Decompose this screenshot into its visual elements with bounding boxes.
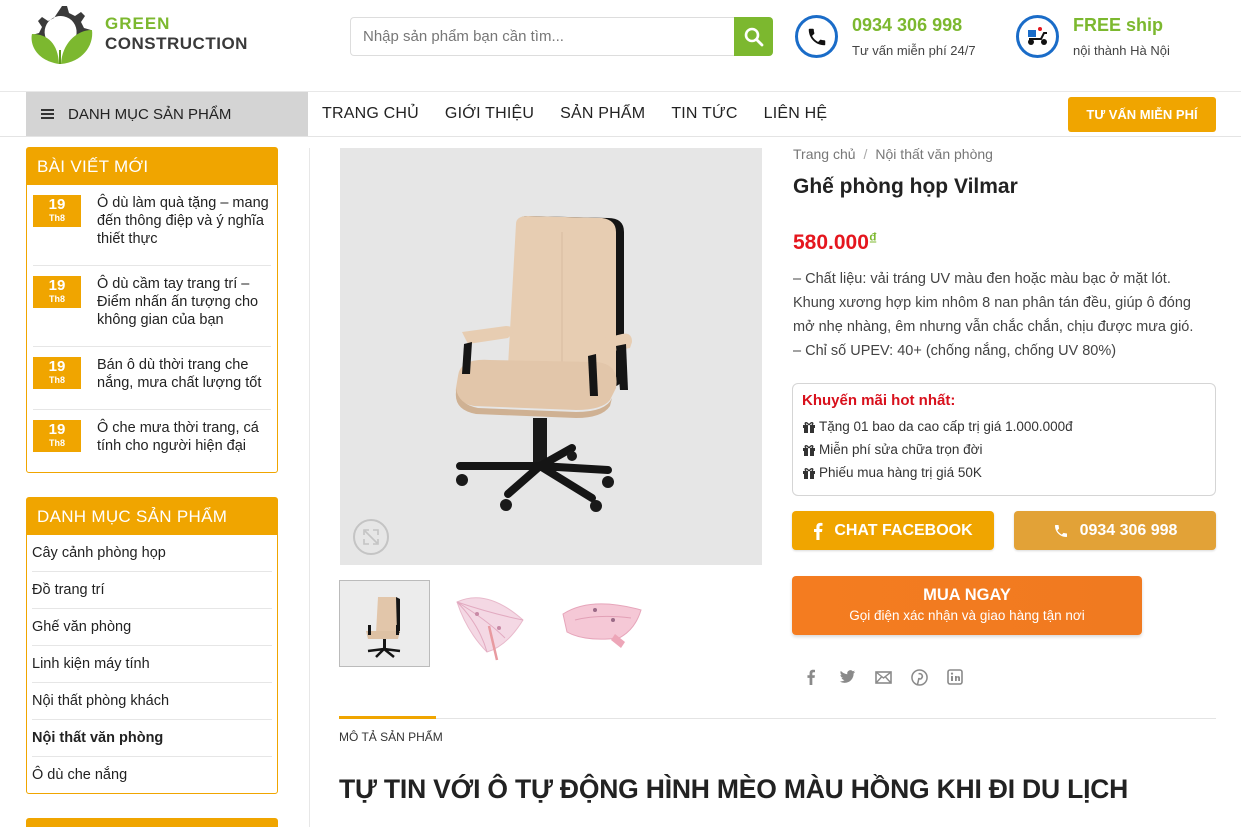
umbrella-thumbnail-image xyxy=(456,597,524,661)
product-price: 580.000₫ xyxy=(793,231,878,254)
buy-now-label: MUA NGAY xyxy=(923,586,1011,604)
post-title[interactable]: Bán ô dù thời trang che nắng, mưa chất l… xyxy=(97,356,277,392)
search-form xyxy=(350,17,773,56)
share-icons xyxy=(802,668,982,686)
buy-now-button[interactable]: MUA NGAY Gọi điện xác nhận và giao hàng … xyxy=(792,576,1142,635)
gift-icon xyxy=(803,467,815,479)
phone-icon xyxy=(795,15,838,58)
category-link[interactable]: Ô dù che nắng xyxy=(32,757,272,794)
breadcrumb: Trang chủ / Nội thất văn phòng xyxy=(793,146,993,162)
nav-link-home[interactable]: TRANG CHỦ xyxy=(322,105,419,123)
post-date-badge: 19 Th8 xyxy=(33,276,81,308)
post-item[interactable]: 19 Th8 Ô che mưa thời trang, cá tính cho … xyxy=(33,410,271,472)
product-categories-widget: DANH MỤC SẢN PHẨM Cây cảnh phòng họp Đồ … xyxy=(26,497,278,794)
breadcrumb-category[interactable]: Nội thất văn phòng xyxy=(875,146,993,162)
promotion-item: Phiếu mua hàng trị giá 50K xyxy=(802,461,1206,484)
product-thumbnail[interactable] xyxy=(447,580,538,667)
description-line: – Chất liệu: vải tráng UV màu đen hoặc m… xyxy=(793,271,1171,287)
nav-links: TRANG CHỦ GIỚI THIỆU SẢN PHẨM TIN TỨC LI… xyxy=(322,92,853,136)
nav-link-products[interactable]: SẢN PHẨM xyxy=(560,105,645,123)
post-title[interactable]: Ô dù cầm tay trang trí – Điểm nhấn ấn tư… xyxy=(97,275,277,329)
promotion-title: Khuyến mãi hot nhất: xyxy=(802,392,956,409)
main-nav: DANH MỤC SẢN PHẨM TRANG CHỦ GIỚI THIỆU S… xyxy=(0,92,1241,137)
post-date-badge: 19 Th8 xyxy=(33,195,81,227)
logo-text-construction: CONSTRUCTION xyxy=(105,34,248,53)
zoom-icon[interactable] xyxy=(353,519,389,555)
description-heading: TỰ TIN VỚI Ô TỰ ĐỘNG HÌNH MÈO MÀU HỒNG K… xyxy=(339,774,1129,804)
promotion-item: Tặng 01 bao da cao cấp trị giá 1.000.000… xyxy=(802,415,1206,438)
currency-symbol: ₫ xyxy=(868,231,878,248)
search-button[interactable] xyxy=(734,17,773,56)
buy-now-sublabel: Gọi điện xác nhận và giao hàng tận nơi xyxy=(849,608,1085,623)
email-icon[interactable] xyxy=(874,668,892,686)
post-title[interactable]: Ô dù làm quà tặng – mang đến thông điệp … xyxy=(97,194,277,248)
product-thumbnail[interactable] xyxy=(339,580,430,667)
call-phone-button[interactable]: 0934 306 998 xyxy=(1014,511,1216,550)
promotion-item: Miễn phí sửa chữa trọn đời xyxy=(802,438,1206,461)
recent-posts-widget: BÀI VIẾT MỚI 19 Th8 Ô dù làm quà tặng – m… xyxy=(26,147,278,473)
recent-posts-title: BÀI VIẾT MỚI xyxy=(27,148,277,185)
delivery-scooter-icon xyxy=(1016,15,1059,58)
nav-link-news[interactable]: TIN TỨC xyxy=(671,105,737,123)
hotline-note: Tư vấn miễn phí 24/7 xyxy=(852,43,976,58)
office-chair-image xyxy=(455,216,632,512)
free-consult-button[interactable]: TƯ VẤN MIỄN PHÍ xyxy=(1068,97,1216,132)
category-menu-toggle[interactable]: DANH MỤC SẢN PHẨM xyxy=(26,92,308,136)
category-link-active[interactable]: Nội thất văn phòng xyxy=(32,720,272,757)
description-line: Khung xương hợp kim nhôm 8 nan phân tán … xyxy=(793,295,1194,335)
post-item[interactable]: 19 Th8 Ô dù cầm tay trang trí – Điểm nhấn… xyxy=(33,266,271,347)
post-date-badge: 19 Th8 xyxy=(33,420,81,452)
promotion-box: Khuyến mãi hot nhất: Tặng 01 bao da cao … xyxy=(792,383,1216,496)
chat-facebook-button[interactable]: CHAT FACEBOOK xyxy=(792,511,994,550)
category-link[interactable]: Đồ trang trí xyxy=(32,572,272,609)
search-icon xyxy=(744,27,763,46)
product-categories-title: DANH MỤC SẢN PHẨM xyxy=(27,498,277,535)
category-link[interactable]: Cây cảnh phòng họp xyxy=(32,535,272,572)
product-thumbnail[interactable] xyxy=(555,580,646,667)
product-short-description: – Chất liệu: vải tráng UV màu đen hoặc m… xyxy=(793,267,1213,363)
category-link[interactable]: Ghế văn phòng xyxy=(32,609,272,646)
tab-description[interactable]: MÔ TẢ SẢN PHẨM xyxy=(339,730,443,744)
gift-icon xyxy=(803,421,815,433)
facebook-icon xyxy=(814,522,823,540)
site-header: GREEN CONSTRUCTION 0934 306 998 Tư vấn m… xyxy=(0,0,1241,92)
description-line: – Chỉ số UPEV: 40+ (chống nắng, chống UV… xyxy=(793,343,1117,359)
gift-icon xyxy=(803,444,815,456)
menu-icon xyxy=(41,109,54,119)
pink-umbrella-thumbnail-image xyxy=(562,603,642,648)
product-main-image[interactable] xyxy=(340,148,762,565)
column-divider xyxy=(309,148,310,827)
twitter-icon[interactable] xyxy=(838,668,856,686)
breadcrumb-home[interactable]: Trang chủ xyxy=(793,146,856,162)
search-input[interactable] xyxy=(350,17,734,56)
product-title: Ghế phòng họp Vilmar xyxy=(793,175,1018,198)
nav-link-about[interactable]: GIỚI THIỆU xyxy=(445,105,534,123)
category-menu-label: DANH MỤC SẢN PHẨM xyxy=(68,105,232,123)
pinterest-icon[interactable] xyxy=(910,668,928,686)
tabs-divider xyxy=(339,718,1216,719)
next-widget-header xyxy=(26,818,278,827)
post-item[interactable]: 19 Th8 Ô dù làm quà tặng – mang đến thông… xyxy=(33,185,271,266)
phone-icon xyxy=(1054,524,1067,537)
logo-text-green: GREEN xyxy=(105,14,171,33)
post-item[interactable]: 19 Th8 Bán ô dù thời trang che nắng, mưa … xyxy=(33,347,271,410)
nav-link-contact[interactable]: LIÊN HỆ xyxy=(764,105,828,123)
shipping-title: FREE ship xyxy=(1073,15,1164,35)
post-title[interactable]: Ô che mưa thời trang, cá tính cho người … xyxy=(97,419,277,455)
category-link[interactable]: Linh kiện máy tính xyxy=(32,646,272,683)
site-logo[interactable]: GREEN CONSTRUCTION xyxy=(26,0,276,70)
active-tab-indicator xyxy=(339,716,436,719)
post-date-badge: 19 Th8 xyxy=(33,357,81,389)
shipping-note: nội thành Hà Nội xyxy=(1073,43,1170,58)
gear-leaf-logo-icon xyxy=(31,6,93,64)
hotline-number: 0934 306 998 xyxy=(852,15,963,35)
chair-thumbnail-image xyxy=(366,597,401,658)
facebook-icon[interactable] xyxy=(802,668,820,686)
category-link[interactable]: Nội thất phòng khách xyxy=(32,683,272,720)
linkedin-icon[interactable] xyxy=(946,668,964,686)
